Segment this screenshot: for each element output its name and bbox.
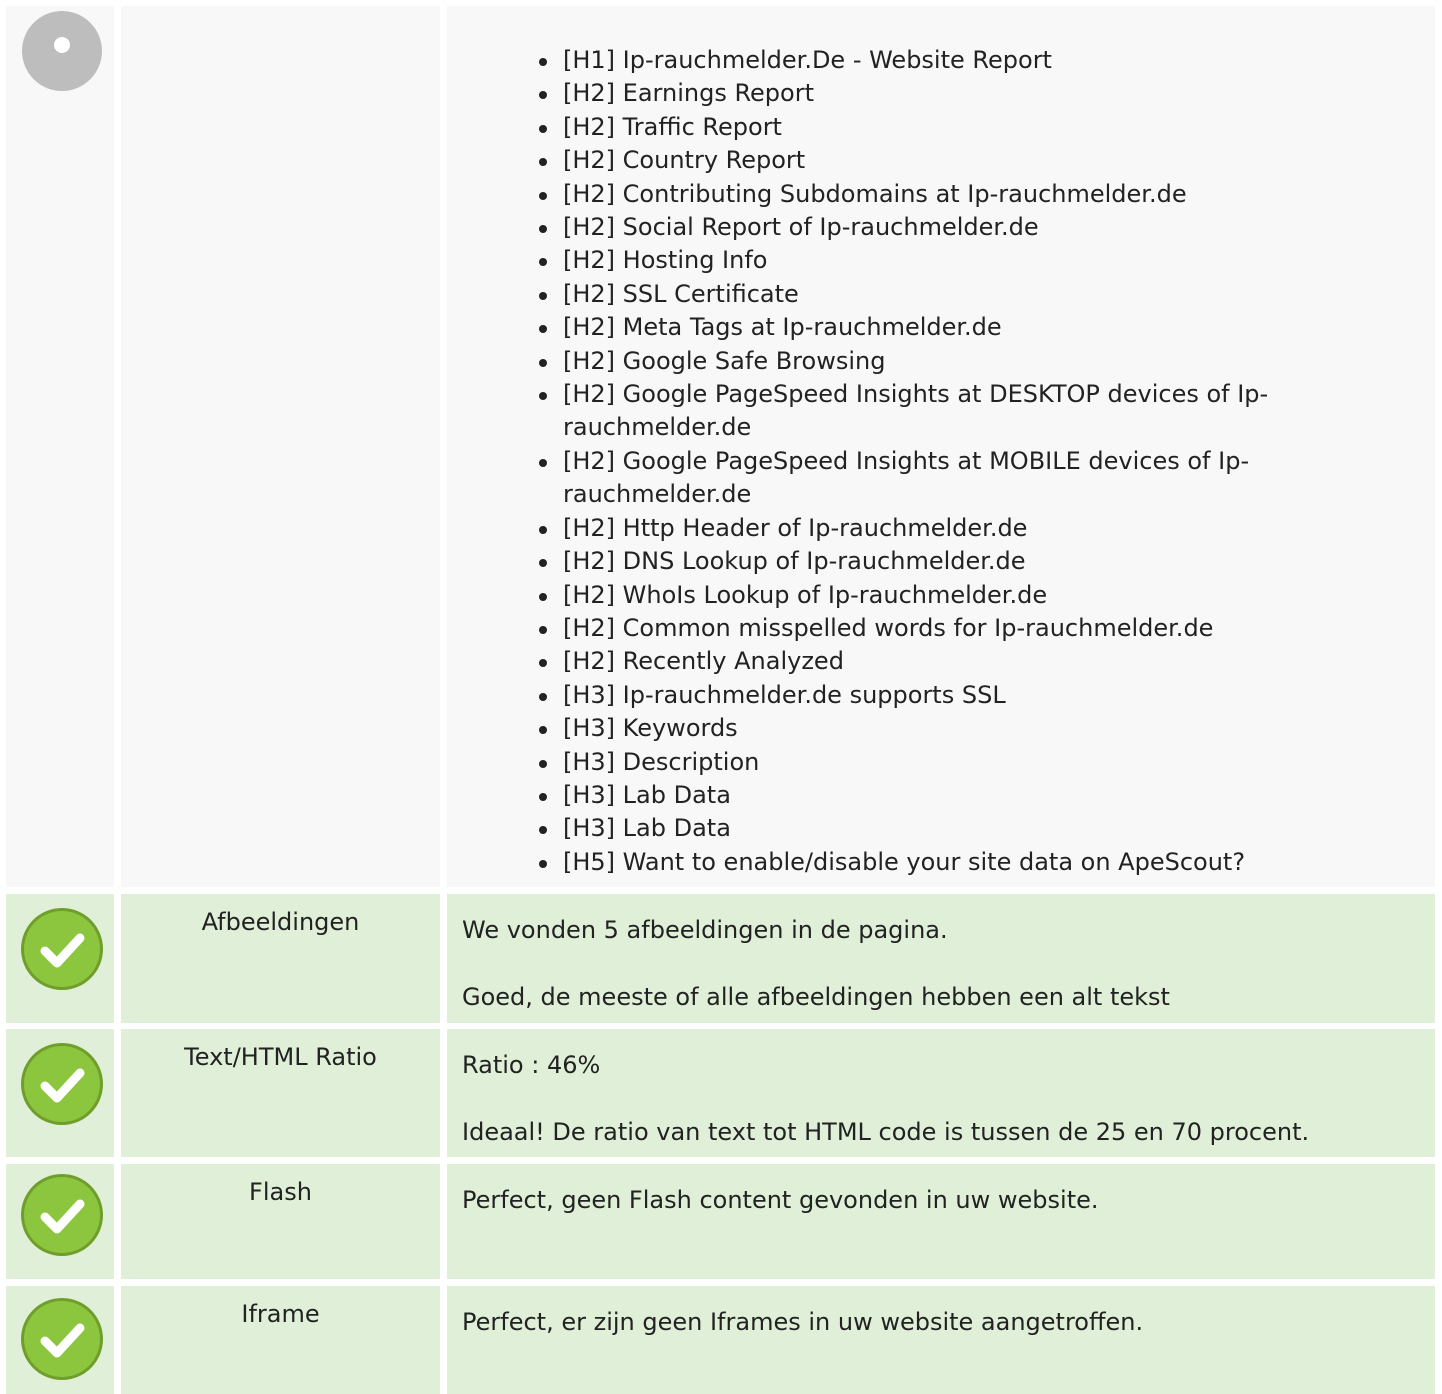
check-result-text: Perfect, er zijn geen Iframes in uw webs… [462,1308,1144,1336]
check-content-cell: Ratio : 46% Ideaal! De ratio van text to… [447,1029,1435,1157]
flash-check-row: Flash Perfect, geen Flash content gevond… [0,1164,1442,1279]
headings-label-cell [121,6,440,887]
heading-item: [H2] Meta Tags at Ip-rauchmelder.de [537,311,1397,344]
heading-item: [H2] Traffic Report [537,111,1397,144]
check-label: Afbeeldingen [201,908,360,936]
heading-item: [H2] Google Safe Browsing [537,345,1397,378]
check-content-cell: Perfect, geen Flash content gevonden in … [447,1164,1435,1279]
heading-item: [H5] Want to enable/disable your site da… [537,846,1397,879]
heading-item: [H2] Hosting Info [537,244,1397,277]
status-icon-cell [6,1029,114,1157]
heading-item: [H2] Common misspelled words for Ip-rauc… [537,612,1397,645]
heading-item: [H2] SSL Certificate [537,278,1397,311]
check-label-cell: Afbeeldingen [121,894,440,1023]
check-label: Text/HTML Ratio [184,1043,377,1071]
heading-item: [H3] Lab Data [537,812,1397,845]
check-result-text: We vonden 5 afbeeldingen in de pagina. [462,916,948,944]
check-content-cell: Perfect, er zijn geen Iframes in uw webs… [447,1286,1435,1394]
headings-icon-cell [6,6,114,887]
check-content-cell: We vonden 5 afbeeldingen in de pagina. G… [447,894,1435,1023]
neutral-circle-icon [19,8,105,94]
check-label-cell: Iframe [121,1286,440,1394]
images-check-row: Afbeeldingen We vonden 5 afbeeldingen in… [0,894,1442,1023]
heading-item: [H2] Earnings Report [537,77,1397,110]
status-icon-cell [6,1164,114,1279]
heading-item: [H2] Http Header of Ip-rauchmelder.de [537,512,1397,545]
iframe-check-row: Iframe Perfect, er zijn geen Iframes in … [0,1286,1442,1394]
check-result-text: Perfect, geen Flash content gevonden in … [462,1186,1099,1214]
heading-item: [H3] Lab Data [537,779,1397,812]
heading-item: [H2] Contributing Subdomains at Ip-rauch… [537,178,1397,211]
status-icon-cell [6,894,114,1023]
heading-item: [H1] Ip-rauchmelder.De - Website Report [537,44,1397,77]
check-label: Iframe [241,1300,320,1328]
heading-item: [H3] Description [537,746,1397,779]
check-result-text: Ratio : 46% [462,1051,601,1079]
check-advice-text: Goed, de meeste of alle afbeeldingen heb… [462,983,1170,1011]
check-label-cell: Flash [121,1164,440,1279]
heading-item: [H3] Ip-rauchmelder.de supports SSL [537,679,1397,712]
heading-item: [H2] Country Report [537,144,1397,177]
heading-item: [H3] Keywords [537,712,1397,745]
checkmark-icon [19,1041,105,1127]
checkmark-icon [19,906,105,992]
text-html-ratio-row: Text/HTML Ratio Ratio : 46% Ideaal! De r… [0,1029,1442,1157]
headings-list: [H1] Ip-rauchmelder.De - Website Report … [537,44,1397,879]
check-label: Flash [249,1178,312,1206]
heading-item: [H2] DNS Lookup of Ip-rauchmelder.de [537,545,1397,578]
status-icon-cell [6,1286,114,1394]
heading-item: [H2] Recently Analyzed [537,645,1397,678]
headings-row: [H1] Ip-rauchmelder.De - Website Report … [0,6,1442,887]
check-advice-text: Ideaal! De ratio van text tot HTML code … [462,1118,1310,1146]
heading-item: [H2] Google PageSpeed Insights at MOBILE… [537,445,1397,512]
heading-item: [H2] Google PageSpeed Insights at DESKTO… [537,378,1397,445]
check-label-cell: Text/HTML Ratio [121,1029,440,1157]
checkmark-icon [19,1296,105,1382]
checkmark-icon [19,1172,105,1258]
headings-content-cell: [H1] Ip-rauchmelder.De - Website Report … [447,6,1435,887]
heading-item: [H2] WhoIs Lookup of Ip-rauchmelder.de [537,579,1397,612]
heading-item: [H2] Social Report of Ip-rauchmelder.de [537,211,1397,244]
